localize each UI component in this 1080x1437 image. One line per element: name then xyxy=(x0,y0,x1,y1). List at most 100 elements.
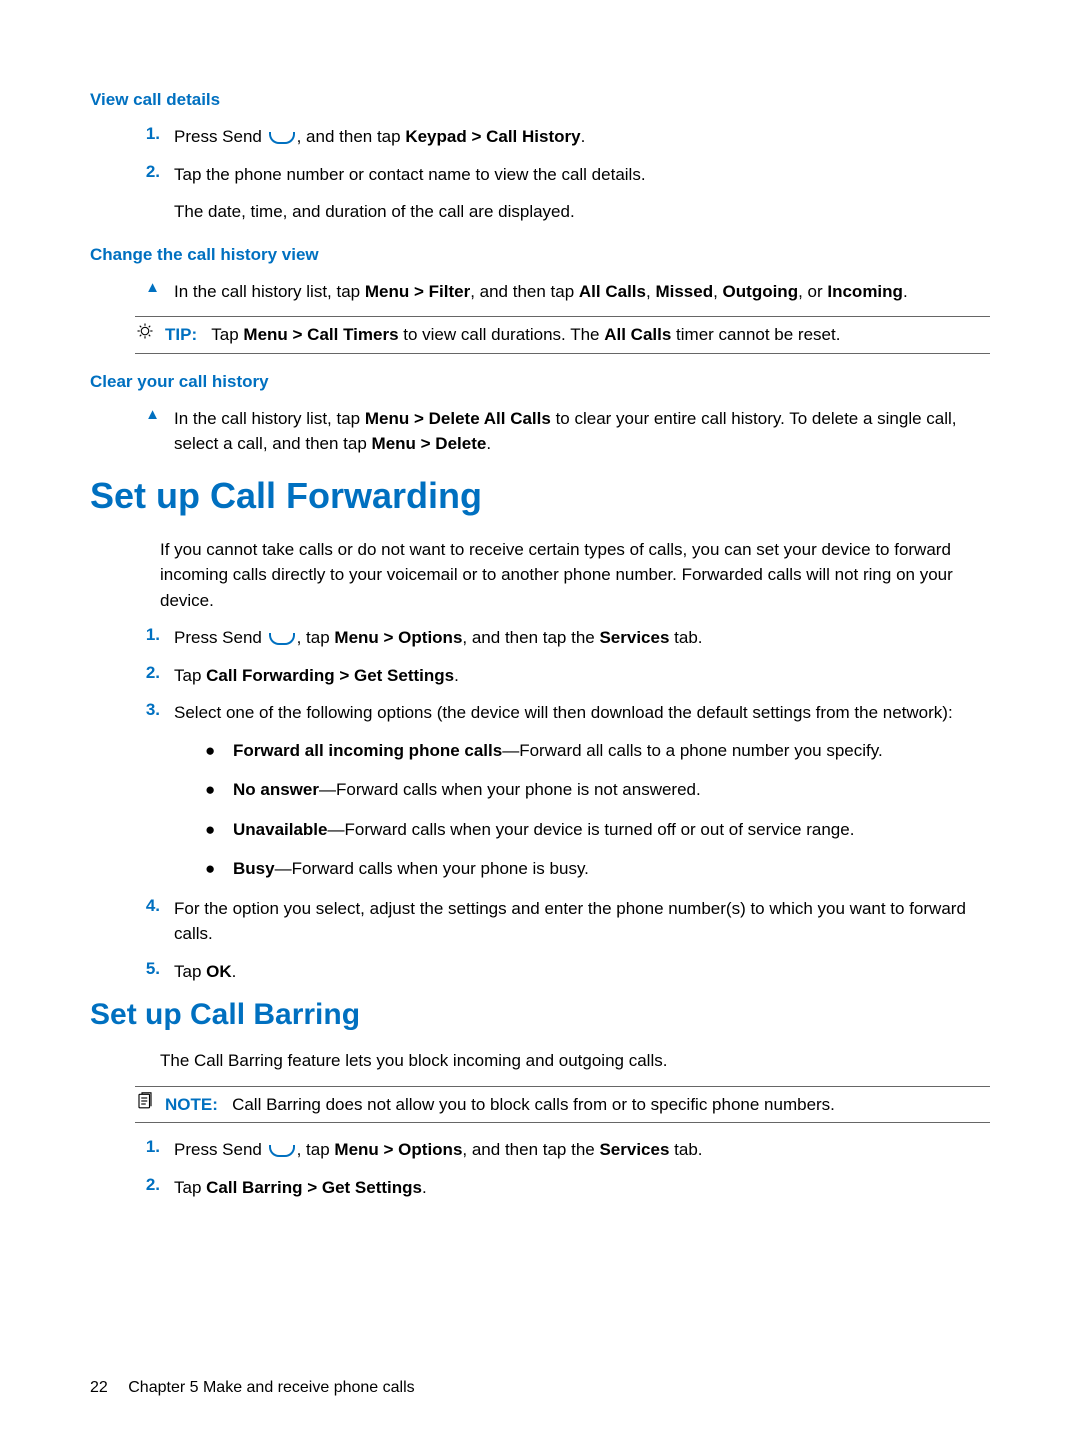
note-box: NOTE: Call Barring does not allow you to… xyxy=(135,1086,990,1124)
bullet-item: ● No answer—Forward calls when your phon… xyxy=(205,777,990,803)
tip-icon xyxy=(135,322,155,348)
text: In the call history list, tap xyxy=(174,282,365,301)
step-body: For the option you select, adjust the se… xyxy=(174,896,990,947)
step-row: 2. Tap Call Barring > Get Settings. xyxy=(90,1175,990,1201)
text: tab. xyxy=(669,628,702,647)
heading-clear-call-history: Clear your call history xyxy=(90,372,990,392)
step-body: Tap Call Barring > Get Settings. xyxy=(174,1175,990,1201)
bullet-dot-icon: ● xyxy=(205,817,215,843)
bold-text: Missed xyxy=(655,282,713,301)
send-icon xyxy=(269,132,295,144)
text: , xyxy=(713,282,722,301)
page-container: View call details 1. Press Send , and th… xyxy=(0,0,1080,1437)
bold-text: Services xyxy=(599,628,669,647)
text: —Forward calls when your phone is busy. xyxy=(275,859,589,878)
triangle-icon: ▲ xyxy=(138,279,160,296)
page-footer: 22 Chapter 5 Make and receive phone call… xyxy=(90,1379,415,1397)
step-row: 1. Press Send , and then tap Keypad > Ca… xyxy=(90,124,990,150)
step-number: 2. xyxy=(138,162,160,182)
bold-text: Menu > Call Timers xyxy=(243,325,398,344)
step-number: 1. xyxy=(138,625,160,645)
text: Tap xyxy=(174,962,206,981)
heading-set-up-call-barring: Set up Call Barring xyxy=(90,998,990,1032)
step-row: 4. For the option you select, adjust the… xyxy=(90,896,990,947)
page-number: 22 xyxy=(90,1379,108,1396)
text: to view call durations. The xyxy=(399,325,605,344)
triangle-icon: ▲ xyxy=(138,406,160,423)
bullet-dot-icon: ● xyxy=(205,856,215,882)
bold-text: Unavailable xyxy=(233,820,328,839)
step-body: In the call history list, tap Menu > Fil… xyxy=(174,279,990,305)
step-number: 1. xyxy=(138,1137,160,1157)
step-number: 1. xyxy=(138,124,160,144)
note-icon xyxy=(135,1092,155,1118)
bullet-item: ● Busy—Forward calls when your phone is … xyxy=(205,856,990,882)
heading-view-call-details: View call details xyxy=(90,90,990,110)
text: Tap xyxy=(211,325,243,344)
heading-change-call-history-view: Change the call history view xyxy=(90,245,990,265)
text: , and then tap xyxy=(470,282,579,301)
bullet-item: ● Forward all incoming phone calls—Forwa… xyxy=(205,738,990,764)
bold-text: OK xyxy=(206,962,232,981)
text: Press Send xyxy=(174,127,267,146)
step-number: 4. xyxy=(138,896,160,916)
note-content: NOTE: Call Barring does not allow you to… xyxy=(165,1092,835,1118)
step-row: 3. Select one of the following options (… xyxy=(90,700,990,726)
text: , and then tap the xyxy=(462,628,599,647)
send-icon xyxy=(269,1145,295,1157)
bold-text: All Calls xyxy=(604,325,671,344)
text: , tap xyxy=(297,1140,335,1159)
intro-text: The Call Barring feature lets you block … xyxy=(160,1048,990,1074)
bold-text: Keypad > Call History xyxy=(405,127,580,146)
step-number: 3. xyxy=(138,700,160,720)
bold-text: Menu > Delete xyxy=(372,434,487,453)
bold-text: Menu > Options xyxy=(334,1140,462,1159)
text: . xyxy=(454,666,459,685)
text: , or xyxy=(798,282,827,301)
bullet-row: ▲ In the call history list, tap Menu > F… xyxy=(90,279,990,305)
step-body: Select one of the following options (the… xyxy=(174,700,990,726)
text: Tap xyxy=(174,666,206,685)
send-icon xyxy=(269,633,295,645)
tip-content: TIP: Tap Menu > Call Timers to view call… xyxy=(165,322,840,348)
text: , and then tap xyxy=(297,127,406,146)
bold-text: Incoming xyxy=(827,282,903,301)
text: —Forward calls when your device is turne… xyxy=(328,820,855,839)
text: , tap xyxy=(297,628,335,647)
text: tab. xyxy=(669,1140,702,1159)
step-body: Tap Call Forwarding > Get Settings. xyxy=(174,663,990,689)
text: . xyxy=(486,434,491,453)
bullet-list: ● Forward all incoming phone calls—Forwa… xyxy=(205,738,990,882)
text: Call Barring does not allow you to block… xyxy=(232,1095,835,1114)
step-row: 1. Press Send , tap Menu > Options, and … xyxy=(90,1137,990,1163)
step-body: Press Send , and then tap Keypad > Call … xyxy=(174,124,990,150)
chapter-title: Chapter 5 Make and receive phone calls xyxy=(128,1379,414,1396)
bold-text: Menu > Delete All Calls xyxy=(365,409,551,428)
step-number: 2. xyxy=(138,663,160,683)
tip-label: TIP: xyxy=(165,325,197,344)
intro-text: If you cannot take calls or do not want … xyxy=(160,537,990,614)
bold-text: Call Forwarding > Get Settings xyxy=(206,666,454,685)
text: . xyxy=(422,1178,427,1197)
bold-text: Busy xyxy=(233,859,275,878)
bullet-dot-icon: ● xyxy=(205,777,215,803)
bold-text: Menu > Filter xyxy=(365,282,470,301)
step-number: 5. xyxy=(138,959,160,979)
bold-text: All Calls xyxy=(579,282,646,301)
text: . xyxy=(903,282,908,301)
step-row: 5. Tap OK. xyxy=(90,959,990,985)
text: Tap xyxy=(174,1178,206,1197)
text: Press Send xyxy=(174,628,267,647)
note-label: NOTE: xyxy=(165,1095,218,1114)
bullet-item: ● Unavailable—Forward calls when your de… xyxy=(205,817,990,843)
text: timer cannot be reset. xyxy=(671,325,840,344)
step-body: Tap OK. xyxy=(174,959,990,985)
text: —Forward calls when your phone is not an… xyxy=(319,780,701,799)
step-body: In the call history list, tap Menu > Del… xyxy=(174,406,990,457)
step-number: 2. xyxy=(138,1175,160,1195)
text: Press Send xyxy=(174,1140,267,1159)
bold-text: No answer xyxy=(233,780,319,799)
step-body: Tap the phone number or contact name to … xyxy=(174,162,990,188)
step-body: Press Send , tap Menu > Options, and the… xyxy=(174,625,990,651)
text: In the call history list, tap xyxy=(174,409,365,428)
